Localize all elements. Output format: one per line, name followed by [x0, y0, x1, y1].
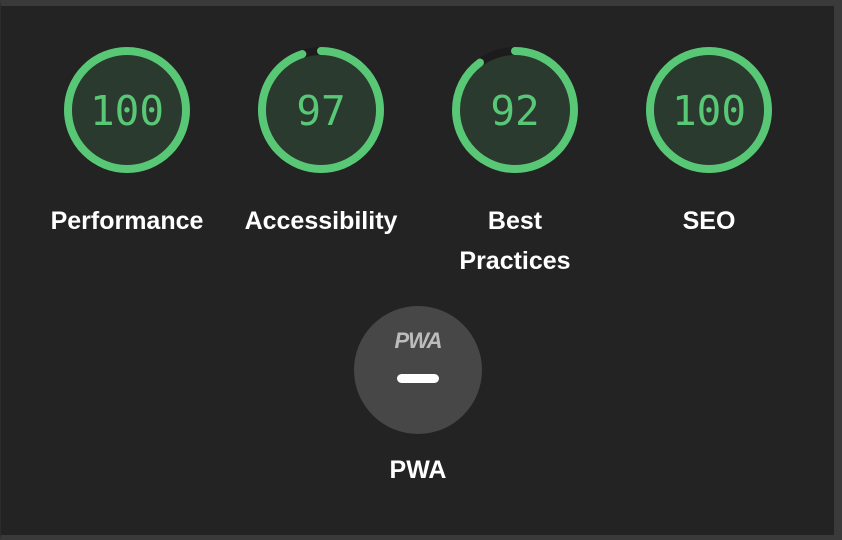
pwa-badge: PWA: [354, 306, 482, 434]
gauge-accessibility[interactable]: 97 Accessibility: [236, 44, 406, 241]
seo-score-ring: 100: [646, 47, 772, 173]
best-practices-label-line2: Practices: [459, 247, 571, 275]
gauge-pwa[interactable]: PWA PWA: [333, 306, 503, 485]
accessibility-score-ring: 97: [258, 47, 384, 173]
pwa-label: PWA: [389, 456, 447, 484]
best-practices-label-line1: Best: [487, 207, 543, 235]
accessibility-score: 97: [296, 87, 345, 135]
gauge-best-practices[interactable]: 92 Best Practices: [430, 44, 600, 281]
pwa-logo-icon: PWA: [394, 328, 442, 353]
best-practices-score-ring: 92: [452, 47, 578, 173]
best-practices-score: 92: [490, 87, 539, 135]
gauge-performance[interactable]: 100 Performance: [42, 44, 212, 241]
gauge-seo[interactable]: 100 SEO: [624, 44, 794, 241]
seo-score: 100: [672, 87, 746, 135]
performance-score: 100: [90, 87, 164, 135]
accessibility-label: Accessibility: [244, 207, 398, 235]
performance-label: Performance: [50, 207, 204, 235]
performance-score-ring: 100: [64, 47, 190, 173]
seo-label: SEO: [682, 207, 736, 235]
best-practices-label: Best Practices: [430, 201, 600, 281]
not-applicable-dash-icon: [397, 374, 439, 383]
